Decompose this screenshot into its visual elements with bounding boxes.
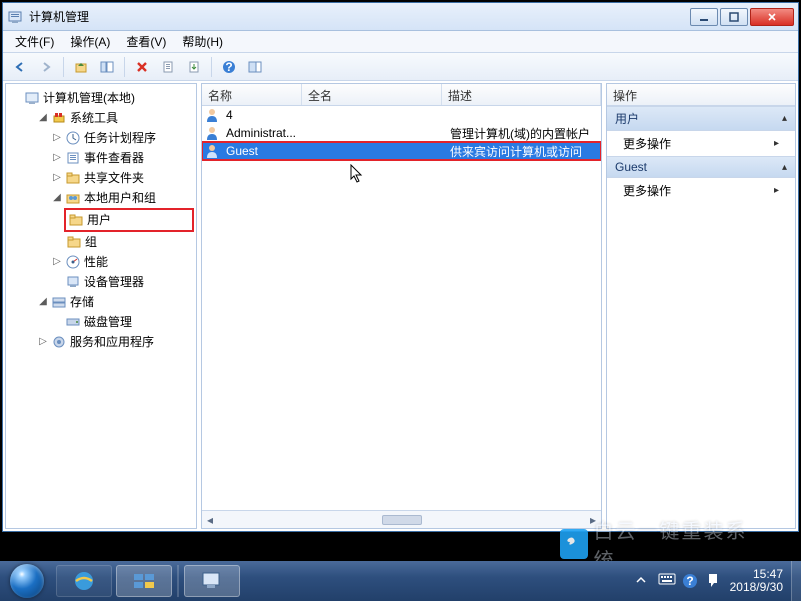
collapse-icon[interactable]: ◢ (38, 109, 48, 127)
collapse-icon[interactable]: ▴ (782, 162, 787, 173)
tree-performance[interactable]: ▷性能 (50, 252, 194, 272)
action-center-icon[interactable] (706, 573, 722, 589)
col-fullname[interactable]: 全名 (302, 84, 442, 105)
user-icon (204, 125, 220, 141)
tray-clock[interactable]: 15:47 2018/9/30 (730, 568, 783, 594)
forward-button[interactable] (35, 56, 57, 78)
scroll-right-icon[interactable]: ▸ (585, 512, 601, 528)
actions-header: 操作 (607, 84, 795, 106)
close-button[interactable] (750, 8, 794, 26)
expand-icon[interactable]: ▷ (52, 149, 62, 167)
submenu-icon: ▸ (774, 185, 779, 196)
minimize-button[interactable] (690, 8, 718, 26)
up-button[interactable] (70, 56, 92, 78)
taskbar-explorer[interactable] (116, 565, 172, 597)
start-button[interactable] (0, 561, 54, 601)
help-button[interactable]: ? (218, 56, 240, 78)
actions-more-guest[interactable]: 更多操作 ▸ (607, 178, 795, 203)
export-button[interactable] (183, 56, 205, 78)
tree-event-viewer[interactable]: ▷事件查看器 (50, 148, 194, 168)
tree-task-scheduler[interactable]: ▷任务计划程序 (50, 128, 194, 148)
tree-groups[interactable]: 组 (64, 232, 194, 252)
collapse-icon[interactable]: ◢ (52, 189, 62, 207)
taskbar[interactable]: ? 15:47 2018/9/30 (0, 561, 801, 601)
actions-section-guest[interactable]: Guest ▴ (607, 156, 795, 178)
tree-users[interactable]: 用户 (64, 208, 194, 232)
scroll-left-icon[interactable]: ◂ (202, 512, 218, 528)
expand-icon[interactable]: ▷ (38, 333, 48, 351)
window-title: 计算机管理 (29, 8, 690, 25)
actions-section-users[interactable]: 用户 ▴ (607, 106, 795, 131)
system-tray[interactable]: ? 15:47 2018/9/30 (626, 568, 791, 594)
delete-button[interactable] (131, 56, 153, 78)
menu-view[interactable]: 查看(V) (120, 31, 172, 52)
list-body[interactable]: 4 Administrat... 管理计算机(域)的内置帐户 Guest 供来宾… (202, 106, 601, 510)
help-tray-icon[interactable]: ? (682, 573, 698, 589)
app-icon (7, 9, 23, 25)
client-area: 计算机管理(本地) ◢ 系统工具 ▷任务计划程序 ▷事件查看器 (3, 81, 798, 531)
list-pane: 名称 全名 描述 4 Administrat... 管理计算机(域)的内置帐户 (201, 83, 602, 529)
titlebar[interactable]: 计算机管理 (3, 3, 798, 31)
taskbar-compmgmt[interactable] (184, 565, 240, 597)
menu-file[interactable]: 文件(F) (9, 31, 60, 52)
main-window: 计算机管理 文件(F) 操作(A) 查看(V) 帮助(H) ? (2, 2, 799, 532)
svg-text:?: ? (225, 60, 232, 74)
tree-local-users-groups[interactable]: ◢本地用户和组 (50, 188, 194, 208)
collapse-icon[interactable]: ◢ (38, 293, 48, 311)
collapse-icon[interactable]: ▴ (782, 113, 787, 124)
user-icon (204, 107, 220, 123)
list-row[interactable]: 4 (202, 106, 601, 124)
submenu-icon: ▸ (774, 138, 779, 149)
taskbar-ie[interactable] (56, 565, 112, 597)
toolbar: ? (3, 53, 798, 81)
tree-device-manager[interactable]: 设备管理器 (50, 272, 194, 292)
list-row[interactable]: Administrat... 管理计算机(域)的内置帐户 (202, 124, 601, 142)
tree-storage[interactable]: ◢存储 (36, 292, 194, 312)
user-icon (204, 143, 220, 159)
properties-button[interactable] (157, 56, 179, 78)
list-header: 名称 全名 描述 (202, 84, 601, 106)
action-pane-button[interactable] (244, 56, 266, 78)
expand-icon[interactable]: ▷ (52, 169, 62, 187)
col-name[interactable]: 名称 (202, 84, 302, 105)
svg-text:?: ? (686, 574, 693, 588)
menubar: 文件(F) 操作(A) 查看(V) 帮助(H) (3, 31, 798, 53)
tree-shared-folders[interactable]: ▷共享文件夹 (50, 168, 194, 188)
expand-icon[interactable]: ▷ (52, 253, 62, 271)
actions-pane: 操作 用户 ▴ 更多操作 ▸ Guest ▴ 更多操作 ▸ (606, 83, 796, 529)
watermark-logo-icon (560, 529, 588, 559)
menu-action[interactable]: 操作(A) (64, 31, 116, 52)
watermark: 白云一键重装系统 (560, 527, 755, 561)
keyboard-icon[interactable] (658, 573, 674, 589)
tree-system-tools[interactable]: ◢ 系统工具 (36, 108, 194, 128)
list-row-selected[interactable]: Guest 供来宾访问计算机或访问 (202, 142, 601, 160)
windows-orb-icon (10, 564, 44, 598)
show-desktop-button[interactable] (791, 561, 801, 601)
maximize-button[interactable] (720, 8, 748, 26)
tree-root[interactable]: 计算机管理(本地) (22, 88, 194, 108)
col-desc[interactable]: 描述 (442, 84, 601, 105)
nav-tree[interactable]: 计算机管理(本地) ◢ 系统工具 ▷任务计划程序 ▷事件查看器 (5, 83, 197, 529)
scrollbar-thumb[interactable] (382, 515, 422, 525)
expand-icon[interactable]: ▷ (52, 129, 62, 147)
menu-help[interactable]: 帮助(H) (176, 31, 229, 52)
back-button[interactable] (9, 56, 31, 78)
tree-disk-management[interactable]: 磁盘管理 (50, 312, 194, 332)
show-hide-tree-button[interactable] (96, 56, 118, 78)
horizontal-scrollbar[interactable]: ◂ ▸ (202, 510, 601, 528)
tray-up-icon[interactable] (634, 573, 650, 589)
actions-more-users[interactable]: 更多操作 ▸ (607, 131, 795, 156)
tree-services-apps[interactable]: ▷服务和应用程序 (36, 332, 194, 352)
